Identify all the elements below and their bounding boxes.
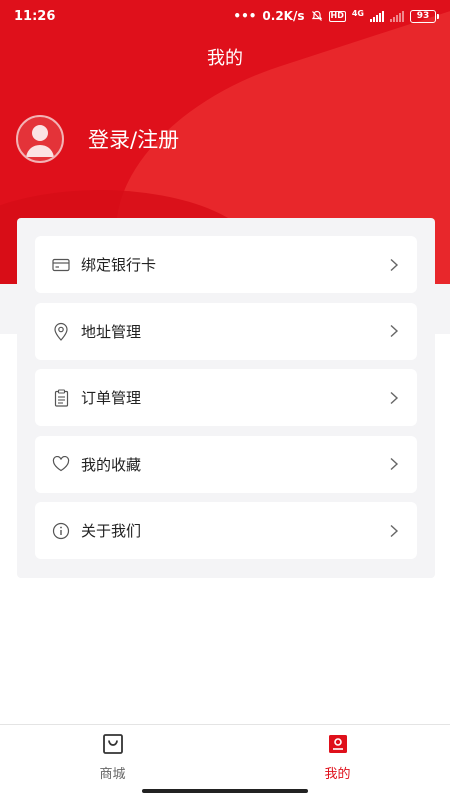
bank-card-icon [51,255,71,275]
location-pin-icon [51,321,71,341]
screen: 11:26 ••• 0.2K/s HD 4G 93 我的 登录/注册 绑定银行卡… [0,0,450,800]
mute-bell-icon [311,10,322,21]
menu-item-bind-bank-card[interactable]: 绑定银行卡 [35,236,417,293]
chevron-right-icon [387,457,401,471]
signal-strength-icon-2 [390,10,404,22]
menu-item-my-favorites[interactable]: 我的收藏 [35,435,417,493]
chevron-right-icon [387,391,401,405]
heart-icon [51,454,71,474]
menu-item-label: 关于我们 [81,522,142,540]
tab-label: 商城 [99,767,126,782]
menu-item-address-management[interactable]: 地址管理 [35,302,417,360]
hd-badge: HD [328,10,346,22]
default-avatar-icon [26,125,54,157]
menu-item-label: 地址管理 [81,322,142,341]
signal-strength-icon [370,10,384,22]
status-icons: ••• 0.2K/s HD 4G 93 [233,9,439,23]
user-icon [328,735,347,753]
avatar[interactable] [16,115,64,163]
network-type: 4G [351,9,364,18]
menu-item-about-us[interactable]: 关于我们 [35,502,417,559]
chevron-right-icon [387,258,401,272]
chevron-right-icon [387,324,401,338]
status-time: 11:26 [14,8,56,24]
menu-item-label: 绑定银行卡 [81,256,157,274]
login-register-link[interactable]: 登录/注册 [88,124,179,154]
status-dots: ••• [233,9,257,23]
battery-level: 93 [416,11,430,21]
login-register-entry[interactable]: 登录/注册 [16,115,179,163]
home-indicator[interactable] [142,789,308,793]
menu-item-label: 我的收藏 [81,455,142,474]
menu-panel: 绑定银行卡 地址管理 订单管理 我的收藏 关于我们 [17,218,435,578]
info-icon [51,521,71,541]
shop-bag-icon [102,734,123,754]
clipboard-icon [51,388,71,408]
page-title: 我的 [207,48,243,69]
battery-icon: 93 [410,9,439,23]
status-bar: 11:26 ••• 0.2K/s HD 4G 93 [0,0,450,32]
tab-label: 我的 [324,767,351,782]
network-speed: 0.2K/s [262,9,305,23]
menu-item-order-management[interactable]: 订单管理 [35,369,417,426]
menu-item-label: 订单管理 [81,389,142,407]
chevron-right-icon [387,524,401,538]
